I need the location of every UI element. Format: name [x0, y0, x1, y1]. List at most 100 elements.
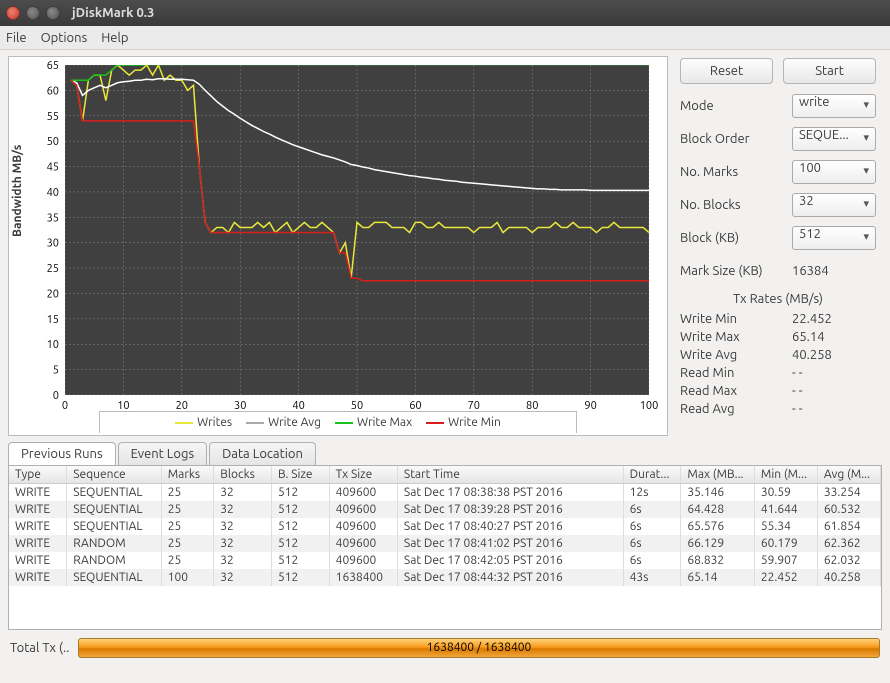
- table-cell: 32: [214, 535, 272, 552]
- footer: Total Tx (... 1638400 / 1638400: [0, 630, 890, 666]
- side-panel: Reset Start Modewrite Block OrderSEQUE..…: [668, 56, 882, 436]
- table-cell: Sat Dec 17 08:38:38 PST 2016: [397, 484, 623, 502]
- readavg-value: - -: [792, 402, 803, 416]
- txrates-header: Tx Rates (MB/s): [680, 292, 876, 306]
- table-cell: 40.258: [817, 569, 880, 586]
- menu-help[interactable]: Help: [101, 31, 128, 45]
- table-cell: WRITE: [9, 484, 67, 502]
- svg-text:90: 90: [584, 400, 596, 412]
- table-header[interactable]: Blocks: [214, 466, 272, 484]
- table-cell: 61.854: [817, 518, 880, 535]
- table-row[interactable]: WRITESEQUENTIAL2532512409600Sat Dec 17 0…: [9, 518, 881, 535]
- readmin-value: - -: [792, 366, 803, 380]
- table-cell: 35.146: [681, 484, 755, 502]
- table-cell: SEQUENTIAL: [67, 569, 161, 586]
- svg-text:100: 100: [640, 400, 659, 412]
- table-cell: 60.532: [817, 501, 880, 518]
- table-header[interactable]: Marks: [161, 466, 213, 484]
- svg-text:10: 10: [47, 339, 59, 351]
- legend-writemax: Write Max: [335, 416, 412, 429]
- table-cell: 66.129: [681, 535, 755, 552]
- table-header[interactable]: Sequence: [67, 466, 161, 484]
- svg-text:55: 55: [47, 111, 59, 123]
- tab-previous-runs[interactable]: Previous Runs: [8, 442, 116, 465]
- table-header[interactable]: Type: [9, 466, 67, 484]
- table-header[interactable]: Tx Size: [329, 466, 397, 484]
- table-cell: SEQUENTIAL: [67, 518, 161, 535]
- table-cell: 59.907: [754, 552, 817, 569]
- table-row[interactable]: WRITERANDOM2532512409600Sat Dec 17 08:42…: [9, 552, 881, 569]
- table-cell: 33.254: [817, 484, 880, 502]
- table-cell: 6s: [623, 518, 681, 535]
- maximize-icon[interactable]: [46, 6, 60, 20]
- nomarks-select[interactable]: 100: [792, 160, 876, 184]
- chart-plot-area: [65, 65, 649, 395]
- chart-legend: Writes Write Avg Write Max Write Min: [99, 411, 577, 433]
- table-cell: WRITE: [9, 518, 67, 535]
- writemax-value: 65.14: [792, 330, 825, 344]
- readavg-label: Read Avg: [680, 402, 792, 416]
- menu-file[interactable]: File: [6, 31, 27, 45]
- table-cell: 6s: [623, 552, 681, 569]
- start-button[interactable]: Start: [783, 58, 876, 84]
- table-cell: 62.362: [817, 535, 880, 552]
- table-cell: 55.34: [754, 518, 817, 535]
- table-cell: 32: [214, 518, 272, 535]
- marksize-label: Mark Size (KB): [680, 264, 792, 278]
- table-header[interactable]: B. Size: [271, 466, 329, 484]
- minimize-icon[interactable]: [26, 6, 40, 20]
- table-cell: 32: [214, 484, 272, 502]
- table-cell: 60.179: [754, 535, 817, 552]
- table-cell: 25: [161, 501, 213, 518]
- table-header[interactable]: Durat...: [623, 466, 681, 484]
- table-header[interactable]: Min (M...: [754, 466, 817, 484]
- table-cell: 1638400: [329, 569, 397, 586]
- table-cell: 32: [214, 552, 272, 569]
- legend-writemin: Write Min: [426, 416, 501, 429]
- tab-data-location[interactable]: Data Location: [209, 442, 316, 465]
- table-header[interactable]: Avg (M...: [817, 466, 880, 484]
- readmin-label: Read Min: [680, 366, 792, 380]
- table-cell: Sat Dec 17 08:44:32 PST 2016: [397, 569, 623, 586]
- table-cell: 409600: [329, 518, 397, 535]
- table-row[interactable]: WRITESEQUENTIAL100325121638400Sat Dec 17…: [9, 569, 881, 586]
- total-tx-label: Total Tx (...: [10, 641, 70, 655]
- table-cell: 409600: [329, 484, 397, 502]
- table-cell: 100: [161, 569, 213, 586]
- table-cell: 512: [271, 484, 329, 502]
- table-cell: WRITE: [9, 552, 67, 569]
- chart-panel: Bandwidth MB/s 0102030405060708090100051…: [8, 56, 668, 436]
- reset-button[interactable]: Reset: [680, 58, 773, 84]
- mode-label: Mode: [680, 99, 792, 113]
- table-cell: 22.452: [754, 569, 817, 586]
- table-cell: RANDOM: [67, 552, 161, 569]
- table-cell: 512: [271, 569, 329, 586]
- progress-bar: 1638400 / 1638400: [78, 638, 880, 658]
- table-header[interactable]: Start Time: [397, 466, 623, 484]
- menubar: File Options Help: [0, 26, 890, 50]
- legend-writes: Writes: [175, 416, 232, 429]
- tab-event-logs[interactable]: Event Logs: [118, 442, 207, 465]
- marksize-value: 16384: [792, 264, 829, 278]
- table-header[interactable]: Max (MB...: [681, 466, 755, 484]
- menu-options[interactable]: Options: [41, 31, 88, 45]
- svg-text:35: 35: [47, 212, 59, 224]
- close-icon[interactable]: [6, 6, 20, 20]
- table-cell: 25: [161, 484, 213, 502]
- table-cell: WRITE: [9, 535, 67, 552]
- blockkb-select[interactable]: 512: [792, 226, 876, 250]
- blockorder-select[interactable]: SEQUE...: [792, 127, 876, 151]
- writeavg-value: 40.258: [792, 348, 832, 362]
- titlebar: jDiskMark 0.3: [0, 0, 890, 26]
- table-row[interactable]: WRITERANDOM2532512409600Sat Dec 17 08:41…: [9, 535, 881, 552]
- table-cell: 25: [161, 535, 213, 552]
- table-cell: 512: [271, 501, 329, 518]
- noblocks-select[interactable]: 32: [792, 193, 876, 217]
- table-row[interactable]: WRITESEQUENTIAL2532512409600Sat Dec 17 0…: [9, 501, 881, 518]
- table-row[interactable]: WRITESEQUENTIAL2532512409600Sat Dec 17 0…: [9, 484, 881, 502]
- writemin-label: Write Min: [680, 312, 792, 326]
- table-cell: 32: [214, 501, 272, 518]
- mode-select[interactable]: write: [792, 94, 876, 118]
- readmax-label: Read Max: [680, 384, 792, 398]
- svg-text:15: 15: [47, 314, 59, 326]
